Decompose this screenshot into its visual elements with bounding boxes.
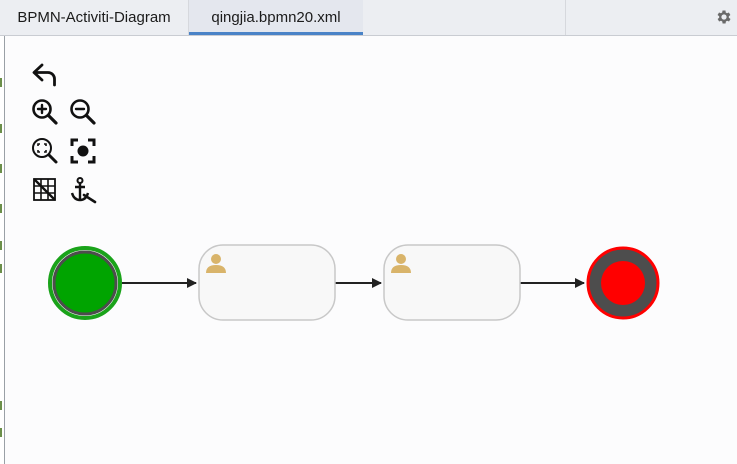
gutter-marker (0, 241, 2, 250)
bpmn-diagram (48, 244, 660, 321)
tab-bpmn-activiti-diagram[interactable]: BPMN-Activiti-Diagram (0, 0, 189, 35)
gutter-marker (0, 264, 2, 273)
tab-qingjia-bpmn20-xml[interactable]: qingjia.bpmn20.xml (189, 0, 363, 35)
gutter-marker (0, 401, 2, 410)
diagram-canvas[interactable] (5, 37, 737, 464)
tab-label: qingjia.bpmn20.xml (211, 9, 341, 26)
gutter-marker (0, 164, 2, 173)
gear-icon[interactable] (715, 8, 733, 26)
gutter-marker (0, 204, 2, 213)
user-task[interactable] (198, 244, 336, 321)
gutter-marker (0, 124, 2, 133)
active-tab-indicator (189, 32, 363, 35)
user-task[interactable] (383, 244, 521, 321)
gutter-marker (0, 78, 2, 87)
start-event[interactable] (48, 246, 122, 320)
end-event[interactable] (586, 246, 660, 320)
tab-bar-spacer (363, 0, 566, 35)
tab-bar: BPMN-Activiti-Diagram qingjia.bpmn20.xml (0, 0, 737, 36)
gutter-marker (0, 428, 2, 437)
